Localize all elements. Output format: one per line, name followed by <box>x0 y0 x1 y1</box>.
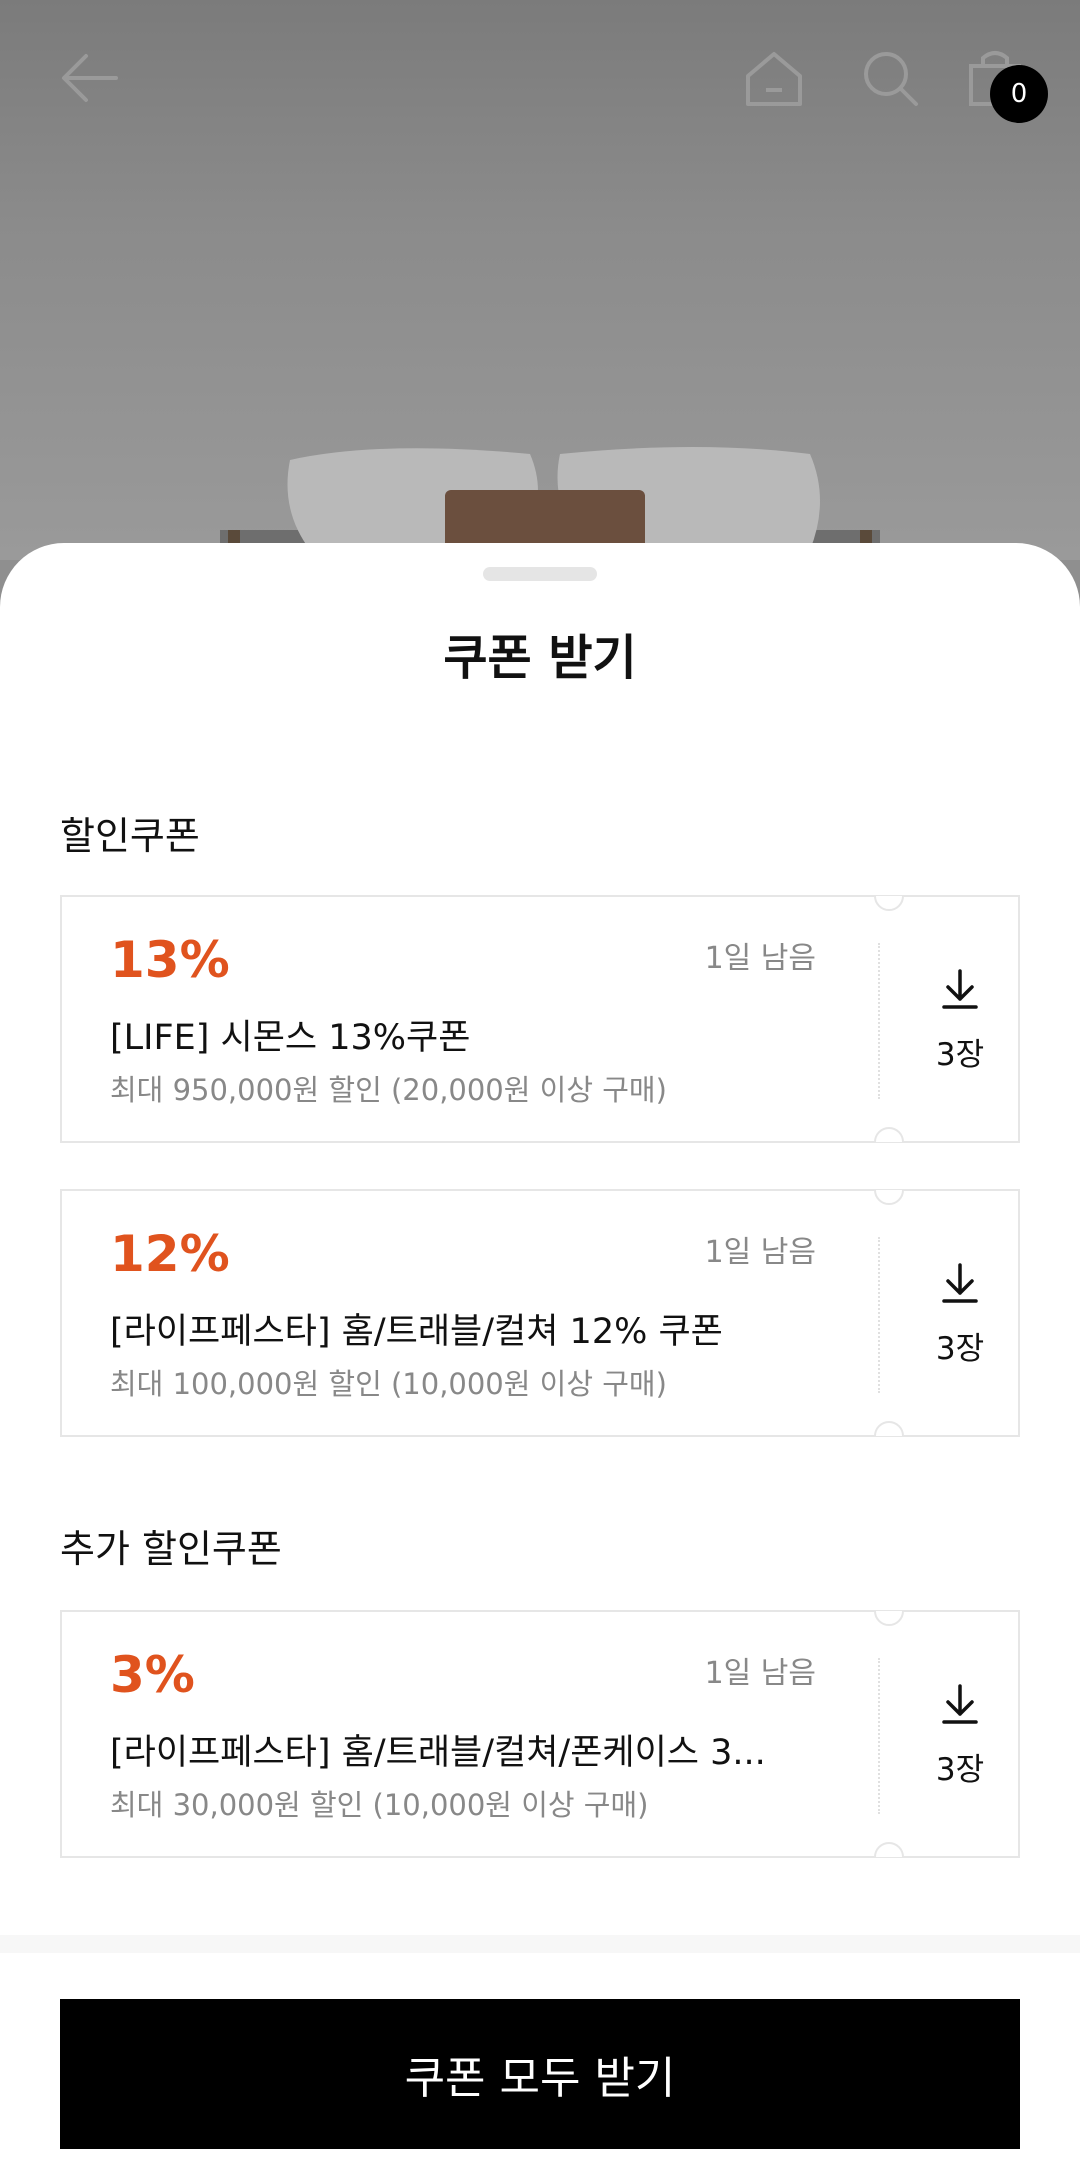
section-title-extra-discount: 추가 할인쿠폰 <box>60 1527 282 1571</box>
download-icon <box>942 1684 978 1724</box>
search-button[interactable] <box>850 38 930 118</box>
coupon-name: [LIFE] 시몬스 13%쿠폰 <box>110 1018 471 1058</box>
section-title-discount: 할인쿠폰 <box>60 814 200 858</box>
download-icon <box>942 969 978 1009</box>
sheet-drag-handle[interactable] <box>483 567 597 581</box>
download-icon <box>942 1263 978 1303</box>
coupon-download-button[interactable]: 3장 <box>910 1682 1010 1792</box>
coupon-count: 3장 <box>935 1331 985 1367</box>
coupon-download-button[interactable]: 3장 <box>910 1261 1010 1371</box>
coupon-rate: 12% <box>110 1225 230 1283</box>
coupon-desc: 최대 100,000원 할인 (10,000원 이상 구매) <box>110 1367 667 1401</box>
back-button[interactable] <box>50 38 130 118</box>
coupon-rate: 13% <box>110 931 230 989</box>
footer-separator <box>0 1935 1080 1953</box>
cart-count-badge: 0 <box>990 65 1048 123</box>
sheet-title: 쿠폰 받기 <box>443 630 637 686</box>
bed-image <box>220 447 880 560</box>
coupon-card: 13% 1일 남음 [LIFE] 시몬스 13%쿠폰 최대 950,000원 할… <box>60 895 1020 1143</box>
coupon-remaining: 1일 남음 <box>704 1656 816 1691</box>
coupon-remaining: 1일 남음 <box>704 1235 816 1270</box>
download-all-coupons-button[interactable]: 쿠폰 모두 받기 <box>60 1999 1020 2149</box>
coupon-name: [라이프페스타] 홈/트래블/컬쳐 12% 쿠폰 <box>110 1312 723 1352</box>
coupon-remaining: 1일 남음 <box>704 941 816 976</box>
arrow-left-icon <box>62 54 118 102</box>
coupon-download-button[interactable]: 3장 <box>910 967 1010 1077</box>
home-icon <box>746 52 802 106</box>
coupon-card: 12% 1일 남음 [라이프페스타] 홈/트래블/컬쳐 12% 쿠폰 최대 10… <box>60 1189 1020 1437</box>
coupon-desc: 최대 950,000원 할인 (20,000원 이상 구매) <box>110 1073 667 1107</box>
coupon-bottom-sheet: 쿠폰 받기 할인쿠폰 13% 1일 남음 [LIFE] 시몬스 13%쿠폰 최대… <box>0 543 1080 2179</box>
coupon-desc: 최대 30,000원 할인 (10,000원 이상 구매) <box>110 1788 649 1822</box>
coupon-count: 3장 <box>935 1752 985 1788</box>
home-button[interactable] <box>734 38 814 118</box>
coupon-card: 3% 1일 남음 [라이프페스타] 홈/트래블/컬쳐/폰케이스 3... 최대 … <box>60 1610 1020 1858</box>
coupon-name: [라이프페스타] 홈/트래블/컬쳐/폰케이스 3... <box>110 1733 766 1773</box>
search-icon <box>864 52 918 106</box>
coupon-rate: 3% <box>110 1646 195 1704</box>
top-navigation: 0 <box>0 0 1080 160</box>
coupon-count: 3장 <box>935 1037 985 1073</box>
